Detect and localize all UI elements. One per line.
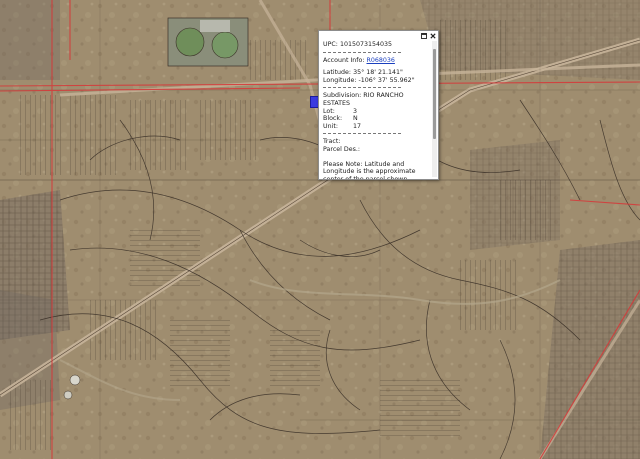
popup-controls <box>421 32 436 40</box>
maximize-icon[interactable] <box>421 33 427 39</box>
lot-block <box>130 230 200 290</box>
lot-block <box>460 260 520 330</box>
scrollbar-thumb[interactable] <box>433 49 436 139</box>
lot-label: Lot: <box>323 107 335 115</box>
upc-row: UPC: 1015073154035 <box>323 41 429 49</box>
lot-block <box>70 95 120 175</box>
unit-label: Unit: <box>323 122 338 130</box>
upc-value: 1015073154035 <box>339 41 393 48</box>
lot-block <box>200 100 260 160</box>
longitude-row: Longitude: -106° 37' 55.962" <box>323 77 429 85</box>
popup-content: UPC: 1015073154035 Account Info: R068036… <box>323 41 429 179</box>
lot-block <box>270 330 320 390</box>
account-label: Account Info: <box>323 56 365 64</box>
unit-row: Unit: 17 <box>323 123 429 131</box>
longitude-label: Longitude: <box>323 76 357 84</box>
latitude-label: Latitude: <box>323 69 352 77</box>
coordinate-note: Please Note: Latitude and Longitude is t… <box>323 160 416 179</box>
parcel-info-popup: UPC: 1015073154035 Account Info: R068036… <box>318 30 439 180</box>
sports-complex <box>167 17 249 67</box>
longitude-value: -106° 37' 55.962" <box>358 76 415 84</box>
lot-block <box>250 40 310 80</box>
account-row: Account Info: R068036 <box>323 57 429 65</box>
lot-block <box>20 95 65 175</box>
water-tank <box>63 390 73 400</box>
block-value: N <box>353 115 358 123</box>
close-icon[interactable] <box>430 33 436 39</box>
tract-row: Tract: <box>323 138 429 146</box>
water-tank <box>69 374 81 386</box>
divider <box>323 87 401 89</box>
block-row: Block: N <box>323 115 429 123</box>
upc-label: UPC: <box>323 41 338 48</box>
unit-value: 17 <box>353 122 362 130</box>
latitude-row: Latitude: 35° 18' 21.141" <box>323 69 429 77</box>
neighborhood-nw-top <box>0 0 60 80</box>
divider <box>323 133 401 135</box>
lot-value: 3 <box>353 107 358 115</box>
popup-scrollbar[interactable] <box>432 41 437 177</box>
divider <box>323 51 401 54</box>
block-label: Block: <box>323 115 343 123</box>
lot-row: Lot: 3 <box>323 108 429 116</box>
lot-block <box>130 100 190 170</box>
latitude-value: 35° 18' 21.141" <box>353 69 403 77</box>
account-link[interactable]: R068036 <box>366 57 394 64</box>
tract-label: Tract: <box>323 138 341 146</box>
subdivision-row: Subdivision: RIO RANCHO ESTATES <box>323 92 429 107</box>
parcel-des-row: Parcel Des.: <box>323 146 429 154</box>
subdivision-label: Subdivision: <box>323 92 362 100</box>
lot-block <box>10 380 55 450</box>
parcel-des-label: Parcel Des.: <box>323 145 361 153</box>
lot-block <box>500 180 555 240</box>
